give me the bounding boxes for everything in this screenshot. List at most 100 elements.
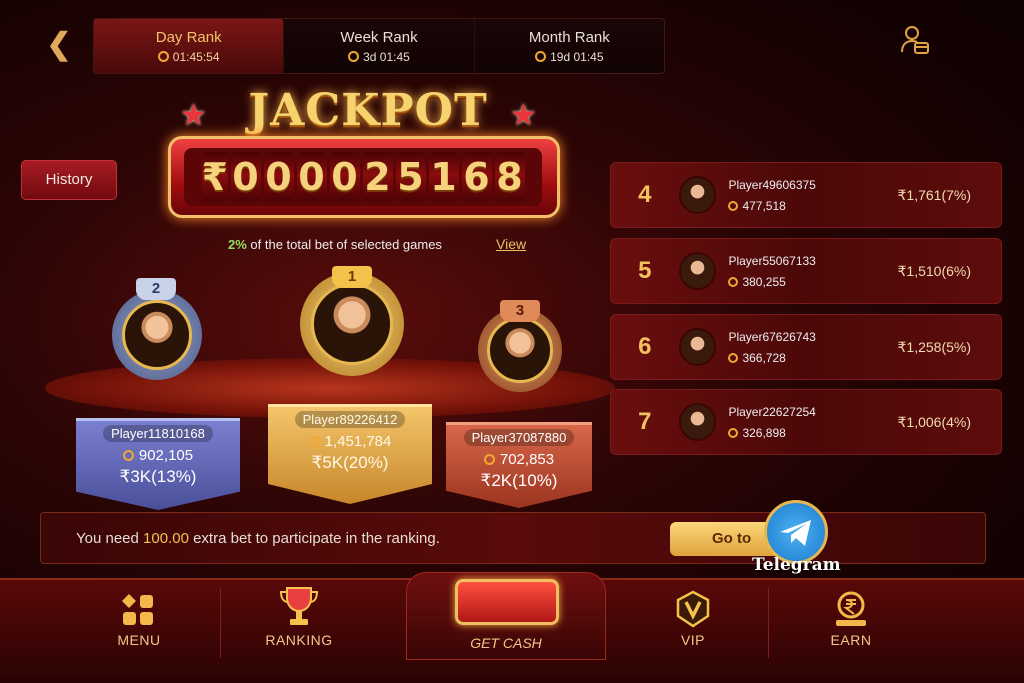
player-name: Player55067133 [728, 253, 816, 268]
star-icon: ★ [180, 99, 207, 132]
notice-amount: 100.00 [143, 530, 189, 547]
nav-label: MENU [117, 632, 161, 648]
view-link[interactable]: View [496, 236, 526, 252]
jackpot-digit: 8 [494, 152, 525, 202]
jackpot-title: JACKPOT [248, 85, 488, 136]
rank-badge: 3 [500, 300, 540, 322]
ranking-row[interactable]: 7 Player22627254 326,898 ₹1,006(4%) [610, 389, 1002, 455]
history-button[interactable]: History [21, 160, 117, 200]
grid-menu-icon [122, 594, 153, 625]
nav-vip[interactable]: VIP [618, 590, 768, 660]
tab-week-rank[interactable]: Week Rank 3d 01:45 [284, 19, 475, 73]
player-name: Player89226412 [294, 411, 406, 428]
ranking-row[interactable]: 4 Player49606375 477,518 ₹1,761(7%) [610, 162, 1002, 228]
tab-day-rank[interactable]: Day Rank 01:45:54 [94, 19, 285, 73]
rank-tabs: Day Rank 01:45:54 Week Rank 3d 01:45 Mon… [93, 18, 665, 74]
avatar [678, 328, 717, 366]
jackpot-digit: 5 [395, 152, 426, 202]
player-name: Player67626743 [728, 329, 816, 344]
nav-label: RANKING [265, 632, 333, 648]
player-score: 902,105 [138, 447, 194, 464]
rank-number: 5 [638, 257, 652, 284]
podium-avatar-rank-2 [112, 290, 202, 380]
player-score: 380,255 [742, 274, 786, 289]
jackpot-description: 2% of the total bet of selected games [228, 237, 442, 252]
tab-timer: 19d 01:45 [550, 49, 604, 64]
user-wallet-icon [901, 26, 929, 54]
jackpot-digit: 0 [263, 152, 294, 202]
avatar [487, 317, 553, 383]
jackpot-digit: 1 [428, 152, 459, 202]
player-prize: ₹1,006(4%) [897, 413, 972, 430]
clock-icon [157, 51, 169, 62]
coin-icon [728, 427, 739, 438]
telegram-icon [780, 520, 811, 546]
nav-earn[interactable]: EARN [776, 590, 926, 660]
player-score: 366,728 [742, 350, 786, 365]
nav-label: EARN [830, 632, 872, 648]
nav-get-cash[interactable]: GET CASH [406, 572, 606, 660]
coin-icon [728, 352, 739, 363]
player-prize: ₹1,761(7%) [897, 186, 972, 203]
rank-number: 7 [638, 408, 652, 435]
rank-number: 4 [638, 181, 652, 208]
rank-number: 6 [638, 333, 652, 360]
jackpot-digit: 2 [362, 152, 393, 202]
tab-label: Week Rank [340, 28, 418, 46]
rank-badge: 1 [332, 266, 372, 288]
chevron-left-icon: ❮ [46, 28, 72, 61]
notice-suffix: extra bet to participate in the ranking. [193, 530, 440, 547]
treasure-chest-icon [455, 579, 559, 625]
trophy-icon [279, 587, 319, 625]
telegram-label: Telegram [752, 555, 841, 575]
avatar [678, 252, 717, 290]
jackpot-currency: ₹ [201, 152, 228, 202]
coin-icon [122, 450, 134, 461]
avatar [311, 283, 393, 365]
nav-divider [220, 588, 221, 658]
rank-badge: 2 [136, 278, 176, 300]
player-prize: ₹2K(10%) [480, 471, 558, 490]
clock-icon [535, 51, 547, 62]
profile-button[interactable] [900, 24, 930, 56]
tab-month-rank[interactable]: Month Rank 19d 01:45 [475, 19, 664, 73]
jackpot-digit: 0 [296, 152, 327, 202]
player-score: 477,518 [742, 198, 786, 213]
clock-icon [348, 51, 360, 62]
jackpot-digit: 0 [329, 152, 360, 202]
tab-label: Day Rank [155, 28, 222, 46]
coin-icon [728, 276, 739, 287]
jackpot-counter: ₹ 0 0 0 0 2 5 1 6 8 [184, 148, 542, 206]
player-prize: ₹1,258(5%) [897, 338, 972, 355]
podium-card-rank-3: Player37087880 702,853 ₹2K(10%) [446, 422, 592, 508]
nav-label: GET CASH [470, 635, 542, 651]
player-score: 326,898 [742, 425, 786, 440]
player-name: Player22627254 [728, 404, 816, 419]
player-prize: ₹1,510(6%) [897, 262, 972, 279]
nav-label: VIP [680, 632, 706, 648]
rupee-coin-icon [836, 591, 866, 626]
ranking-row[interactable]: 5 Player55067133 380,255 ₹1,510(6%) [610, 238, 1002, 304]
nav-ranking[interactable]: RANKING [224, 587, 374, 660]
coin-icon [483, 454, 495, 465]
nav-menu[interactable]: MENU [64, 590, 214, 660]
tab-timer: 01:45:54 [172, 49, 220, 64]
player-score: 702,853 [499, 451, 555, 468]
nav-divider [768, 588, 769, 658]
back-button[interactable]: ❮ [42, 28, 76, 62]
vip-badge-icon [676, 590, 710, 628]
player-prize: ₹3K(13%) [119, 467, 197, 486]
podium-card-rank-2: Player11810168 902,105 ₹3K(13%) [76, 418, 240, 510]
avatar [678, 403, 717, 441]
jackpot-digit: 6 [461, 152, 492, 202]
tab-label: Month Rank [528, 28, 610, 46]
tab-timer: 3d 01:45 [363, 49, 410, 64]
podium-card-rank-1: Player89226412 1,451,784 ₹5K(20%) [268, 404, 432, 504]
coin-icon [308, 436, 320, 447]
avatar [678, 176, 717, 214]
player-name: Player49606375 [728, 177, 816, 192]
avatar [122, 300, 192, 370]
player-name: Player11810168 [103, 425, 213, 442]
ranking-row[interactable]: 6 Player67626743 366,728 ₹1,258(5%) [610, 314, 1002, 380]
player-name: Player37087880 [463, 429, 575, 446]
